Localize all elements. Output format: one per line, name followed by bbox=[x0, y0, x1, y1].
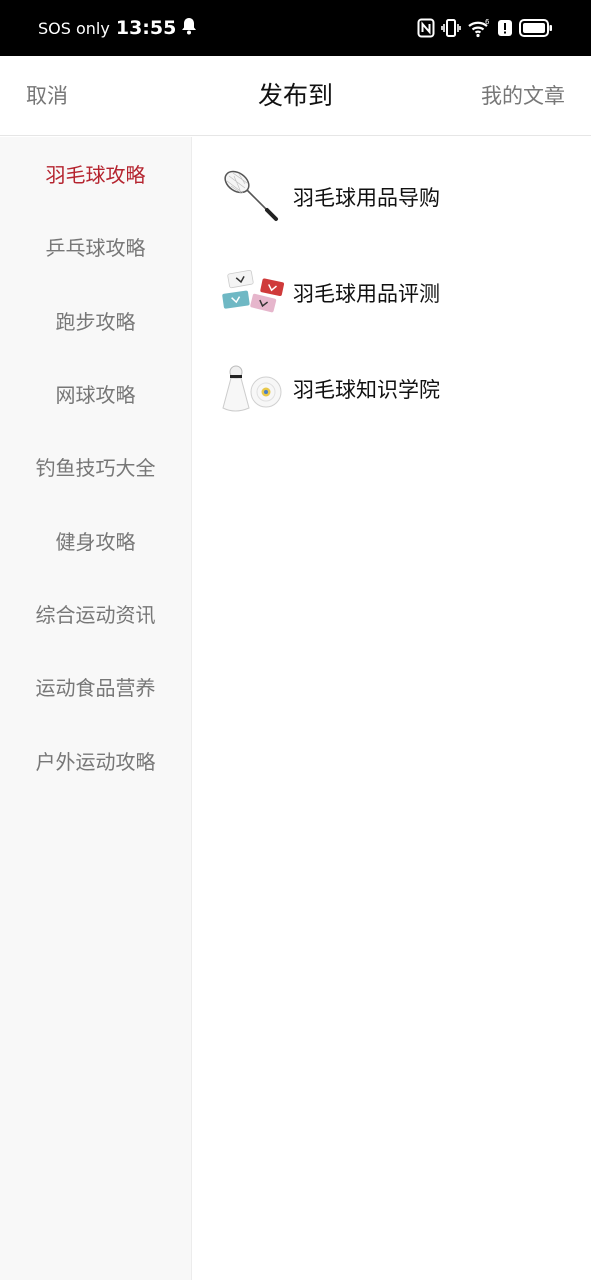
sidebar-item-fishing[interactable]: 钓鱼技巧大全 bbox=[0, 430, 191, 503]
list-item-label: 羽毛球用品评测 bbox=[293, 282, 440, 306]
cancel-button[interactable]: 取消 bbox=[26, 56, 68, 136]
sidebar-item-outdoor[interactable]: 户外运动攻略 bbox=[0, 723, 191, 796]
bell-icon bbox=[180, 16, 198, 40]
sidebar-item-tennis[interactable]: 网球攻略 bbox=[0, 357, 191, 430]
sidebar-item-sports-nutrition[interactable]: 运动食品营养 bbox=[0, 650, 191, 723]
status-bar: SOS only 13:55 6 bbox=[0, 0, 591, 56]
category-sidebar: 羽毛球攻略 乒乓球攻略 跑步攻略 网球攻略 钓鱼技巧大全 健身攻略 综合运动资讯… bbox=[0, 137, 192, 1280]
list-item-label: 羽毛球用品导购 bbox=[293, 186, 440, 210]
wristbands-icon bbox=[219, 264, 285, 322]
my-articles-button[interactable]: 我的文章 bbox=[481, 56, 565, 136]
shuttlecock-icon bbox=[219, 360, 285, 418]
badminton-racket-icon bbox=[219, 168, 285, 226]
svg-text:6: 6 bbox=[485, 18, 490, 26]
list-item[interactable]: 羽毛球知识学院 bbox=[193, 341, 591, 437]
battery-icon bbox=[519, 18, 553, 38]
sidebar-item-fitness[interactable]: 健身攻略 bbox=[0, 503, 191, 576]
nfc-icon bbox=[417, 18, 435, 38]
subcategory-list: 羽毛球用品导购 羽毛球用品评测 羽毛球知识学院 bbox=[193, 137, 591, 1280]
header-bar: 取消 发布到 我的文章 bbox=[0, 56, 591, 136]
status-right: 6 bbox=[417, 18, 553, 38]
sidebar-item-badminton[interactable]: 羽毛球攻略 bbox=[0, 137, 191, 210]
list-item[interactable]: 羽毛球用品导购 bbox=[193, 149, 591, 245]
sidebar-item-sports-news[interactable]: 综合运动资讯 bbox=[0, 577, 191, 650]
alert-icon bbox=[497, 18, 513, 38]
status-left: SOS only 13:55 bbox=[38, 16, 198, 40]
carrier-text: SOS only bbox=[38, 18, 110, 38]
wifi-icon: 6 bbox=[467, 18, 491, 38]
list-item[interactable]: 羽毛球用品评测 bbox=[193, 245, 591, 341]
sidebar-item-running[interactable]: 跑步攻略 bbox=[0, 284, 191, 357]
list-item-label: 羽毛球知识学院 bbox=[293, 378, 440, 402]
vibrate-icon bbox=[441, 18, 461, 38]
sidebar-item-table-tennis[interactable]: 乒乓球攻略 bbox=[0, 210, 191, 283]
clock: 13:55 bbox=[115, 17, 177, 39]
